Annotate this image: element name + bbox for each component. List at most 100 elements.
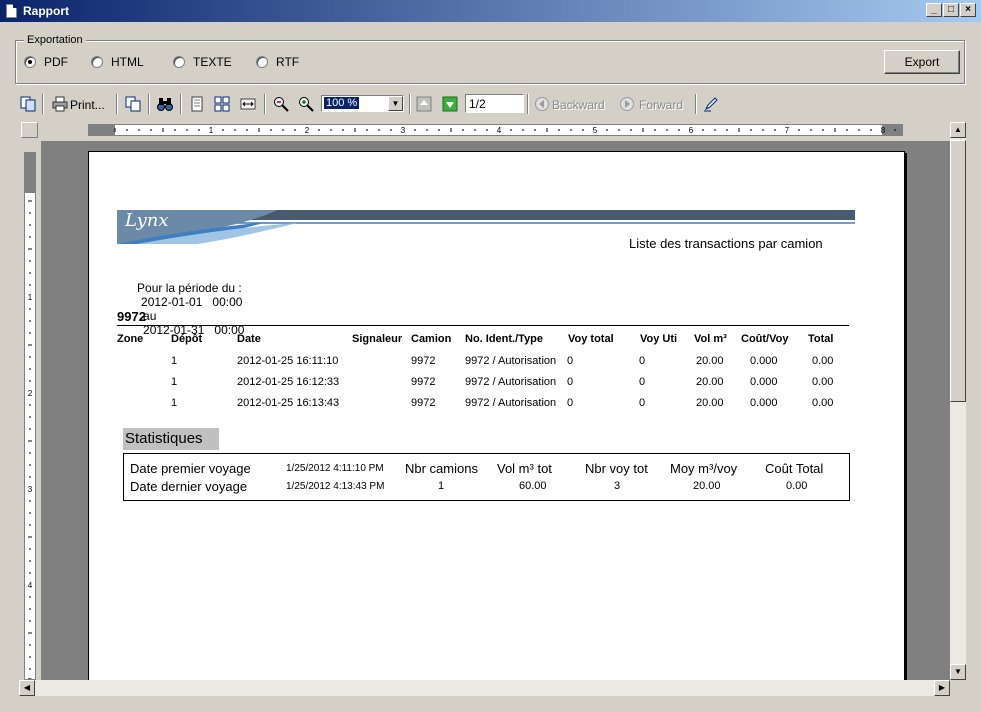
ruler-number: 4 [28,581,33,590]
toolbar-separator [42,94,44,114]
cell-camion: 9972 [411,355,436,367]
radio-html-dot[interactable] [91,56,103,68]
export-group-label: Exportation [24,34,86,46]
radio-texte[interactable]: TEXTE [173,54,232,70]
cell-voy-uti: 0 [639,397,646,409]
cell-ident: 9972 / Autorisation [465,397,557,409]
cell-vol: 20.00 [696,355,724,367]
cell-ident: 9972 / Autorisation [465,376,557,388]
close-button[interactable]: × [960,3,976,17]
first-trip-value: 1/25/2012 4:11:10 PM [286,463,384,474]
zoom-out-icon[interactable] [273,96,289,112]
radio-rtf[interactable]: RTF [256,54,299,70]
title-bar[interactable]: Rapport _ □ × [0,0,981,22]
lynx-logo-text: Lynx [125,210,169,231]
radio-texte-dot[interactable] [173,56,185,68]
horizontal-ruler: 1 2 3 4 5 6 7 8 [88,124,903,136]
cell-voy-total: 0 [567,376,574,388]
radio-rtf-dot[interactable] [256,56,268,68]
single-page-icon[interactable] [189,96,205,112]
stats-val-nbr-voy-tot: 3 [614,480,621,492]
size-grip[interactable] [950,680,966,696]
cell-depot: 1 [171,397,178,409]
radio-texte-label: TEXTE [193,55,232,69]
stats-hdr-nbr-voy-tot: Nbr voy tot [585,461,648,476]
toolbar-separator [180,94,182,114]
col-voy-total: Voy total [568,333,614,345]
cell-date: 2012-01-25 16:13:43 [237,397,340,409]
zoom-select[interactable]: 100 % ▼ [321,95,404,112]
backward-icon[interactable] [534,96,550,112]
ruler-number: 2 [28,389,33,398]
scroll-up-button[interactable]: ▲ [950,122,966,138]
cell-cout: 0.000 [750,376,778,388]
first-trip-label: Date premier voyage [130,461,251,476]
forward-button[interactable]: Forward [639,98,683,112]
cell-vol: 20.00 [696,376,724,388]
multi-page-icon[interactable] [214,96,230,112]
cell-ident: 9972 / Autorisation [465,355,557,367]
period-from: 2012-01-01 00:00 [141,295,243,309]
page-number-input[interactable]: 1/2 [465,94,524,113]
window-title: Rapport [23,4,69,18]
vertical-scrollbar[interactable]: ▲ ▼ [950,122,966,680]
last-trip-label: Date dernier voyage [130,479,248,494]
stats-val-vol-tot: 60.00 [519,480,547,492]
radio-pdf[interactable]: PDF [24,54,68,70]
document-icon [6,4,17,18]
preview-area[interactable]: Lynx Liste des transactions par camion P… [41,141,950,680]
report-title: Liste des transactions par camion [629,236,823,251]
page-up-icon[interactable] [416,96,432,112]
maximize-button[interactable]: □ [943,3,959,17]
ruler-number: 8 [881,126,886,135]
edit-icon[interactable] [703,96,719,112]
page-width-icon[interactable] [240,96,256,112]
toolbar-separator [527,94,529,114]
cell-total: 0.00 [812,355,834,367]
cell-depot: 1 [171,376,178,388]
cell-date: 2012-01-25 16:12:33 [237,376,340,388]
col-signaleur: Signaleur [352,333,403,345]
stats-val-cout-total: 0.00 [786,480,808,492]
col-cout: Coût/Voy [741,333,789,345]
scroll-right-button[interactable]: ▶ [934,680,950,696]
chevron-down-icon[interactable]: ▼ [388,96,403,111]
scroll-down-button[interactable]: ▼ [950,664,966,680]
radio-pdf-dot[interactable] [24,56,36,68]
stats-title: Statistiques [123,428,219,450]
horizontal-scrollbar[interactable]: ◀ ▶ [19,680,950,696]
cell-depot: 1 [171,355,178,367]
ruler-number: 3 [401,126,406,135]
printer-icon[interactable] [52,96,68,112]
export-button[interactable]: Export [884,50,960,74]
toolbar-separator [116,94,118,114]
ruler-number: 4 [497,126,502,135]
print-button[interactable]: Print... [70,98,105,112]
page-down-icon[interactable] [442,96,458,112]
copy-icon[interactable] [125,96,141,112]
cell-date: 2012-01-25 16:11:10 [237,355,339,367]
radio-html-label: HTML [111,55,144,69]
ruler-number: 3 [28,485,33,494]
zoom-in-icon[interactable] [298,96,314,112]
radio-html[interactable]: HTML [91,54,144,70]
export-group [15,40,965,84]
forward-icon[interactable] [619,96,635,112]
copy-page-icon[interactable] [20,96,36,112]
binoculars-icon[interactable] [157,96,173,112]
cell-total: 0.00 [812,397,834,409]
cell-voy-uti: 0 [639,355,646,367]
ruler-number: 5 [593,126,598,135]
vertical-scroll-thumb[interactable] [950,140,966,402]
scroll-left-button[interactable]: ◀ [19,680,35,696]
ruler-number: 1 [209,126,214,135]
backward-button[interactable]: Backward [552,98,605,112]
minimize-button[interactable]: _ [926,3,942,17]
toolbar-separator [264,94,266,114]
cell-voy-uti: 0 [639,376,646,388]
stats-hdr-nbr-camions: Nbr camions [405,461,478,476]
cell-voy-total: 0 [567,355,574,367]
col-camion: Camion [411,333,452,345]
cell-camion: 9972 [411,376,436,388]
radio-rtf-label: RTF [276,55,300,69]
